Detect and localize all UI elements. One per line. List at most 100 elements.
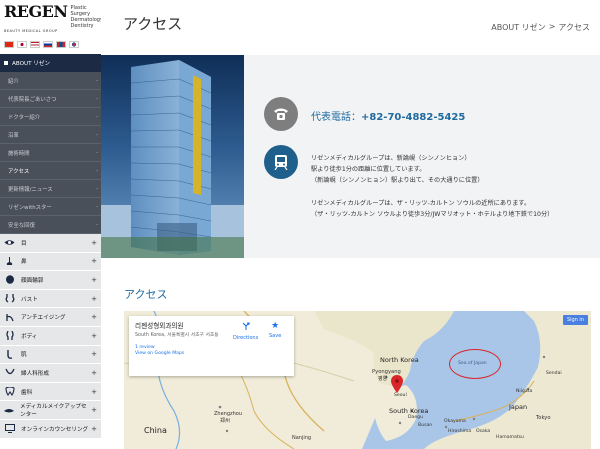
google-map[interactable]: North Korea Pyongyang 평양 Seoul South Kor… bbox=[124, 311, 591, 449]
directions-button[interactable]: Directions bbox=[233, 322, 258, 341]
logo-word: REGEN bbox=[4, 2, 68, 21]
sidebar-about-header[interactable]: ABOUT リゼン bbox=[0, 54, 101, 72]
category-label: 鼻 bbox=[21, 259, 27, 266]
page-title: アクセス bbox=[123, 15, 183, 33]
category-left: バスト bbox=[4, 294, 38, 303]
phone-line: 代表電話：+82-70-4882-5425 bbox=[311, 108, 465, 123]
address-line: リゼンメディカルグループは、新論峴（シンノンヒョン） bbox=[311, 155, 471, 162]
submenu-item-history[interactable]: 沿革 - bbox=[0, 126, 101, 144]
category-label: 婦人科形成 bbox=[21, 370, 49, 377]
plus-icon: + bbox=[91, 368, 97, 377]
category-label: 歯科 bbox=[21, 389, 33, 396]
map-label-hiroshima: Hiroshima bbox=[448, 429, 472, 434]
map-sign-in-button[interactable]: Sign in bbox=[562, 315, 588, 325]
sidebar-item-makeup[interactable]: メディカルメイクアップセンター + bbox=[0, 401, 101, 420]
category-label: 目 bbox=[21, 240, 27, 247]
sidebar-item-gynecology[interactable]: 婦人科形成 + bbox=[0, 364, 101, 383]
category-label: 顔面輪郭 bbox=[21, 277, 44, 284]
submenu-item-label: 紹介 bbox=[8, 78, 19, 85]
map-label-niigata: Niigata bbox=[516, 389, 533, 394]
category-label: メディカルメイクアップセンター bbox=[20, 404, 87, 419]
map-label-nanjing: Nanjing bbox=[292, 435, 312, 441]
submenu-item-label: 施術時間 bbox=[8, 150, 30, 157]
category-label: 肌 bbox=[21, 352, 27, 359]
sidebar-item-skin[interactable]: 肌 + bbox=[0, 345, 101, 365]
category-label: バスト bbox=[21, 296, 38, 303]
submenu-item-news[interactable]: 更新情報/ニュース - bbox=[0, 180, 101, 198]
map-label-north-korea: North Korea bbox=[380, 356, 419, 364]
map-label-osaka: Osaka bbox=[476, 429, 491, 434]
dash-icon: - bbox=[95, 203, 98, 210]
korea-flag[interactable] bbox=[69, 41, 79, 48]
plus-icon: + bbox=[91, 406, 97, 415]
category-left: 鼻 bbox=[4, 256, 27, 266]
category-left: メディカルメイクアップセンター bbox=[4, 402, 91, 418]
sidebar-item-anti-aging[interactable]: アンチエイジング + bbox=[0, 308, 101, 327]
header: アクセス ABOUT リゼン > アクセス bbox=[101, 0, 600, 55]
mongolia-flag[interactable] bbox=[56, 41, 66, 48]
dash-icon: - bbox=[95, 77, 98, 84]
tooth-icon bbox=[4, 387, 15, 397]
dash-icon: - bbox=[95, 149, 98, 156]
building-photo bbox=[101, 55, 244, 258]
language-flags bbox=[4, 41, 101, 48]
breadcrumb-current: アクセス bbox=[558, 23, 590, 32]
logo-sub-3: Dentistry bbox=[70, 23, 94, 29]
sidebar-item-eye[interactable]: 目 + bbox=[0, 234, 101, 253]
save-button[interactable]: ★ Save bbox=[269, 322, 281, 340]
gynecology-icon bbox=[4, 368, 15, 377]
phone-number[interactable]: +82-70-4882-5425 bbox=[361, 112, 465, 123]
sidebar-item-online-counseling[interactable]: オンラインカウンセリング + bbox=[0, 419, 101, 439]
japan-flag[interactable] bbox=[17, 41, 27, 48]
directions-icon bbox=[241, 322, 251, 333]
china-flag[interactable] bbox=[4, 41, 14, 48]
category-label: ボディ bbox=[21, 333, 38, 340]
category-left: アンチエイジング bbox=[4, 313, 66, 322]
submenu-item-hours[interactable]: 施術時間 - bbox=[0, 144, 101, 162]
submenu-item-stars[interactable]: リゼンwithスター - bbox=[0, 198, 101, 216]
dash-icon: - bbox=[95, 95, 98, 102]
category-left: 目 bbox=[4, 238, 27, 247]
address-line: リゼンメディカルグループは、ザ・リッツ-カルトン ソウルの近所にあります。 bbox=[311, 200, 531, 207]
bust-icon bbox=[4, 294, 15, 303]
plus-icon: + bbox=[91, 313, 97, 322]
plus-icon: + bbox=[91, 294, 97, 303]
submenu-item-doctors[interactable]: ドクター紹介 - bbox=[0, 108, 101, 126]
map-label-tokyo: Tokyo bbox=[536, 415, 551, 421]
place-reviews-link[interactable]: 1 review bbox=[135, 345, 288, 350]
sidebar-item-bust[interactable]: バスト + bbox=[0, 289, 101, 309]
submenu-item-label: ドクター紹介 bbox=[8, 114, 41, 121]
usa-flag[interactable] bbox=[30, 41, 40, 48]
about-submenu: 紹介 - 代表院長ごあいさつ - ドクター紹介 - 沿革 - 施術時間 - アクセス - 更… bbox=[0, 72, 101, 234]
breadcrumb-about[interactable]: ABOUT リゼン bbox=[491, 22, 545, 33]
access-section-title: アクセス bbox=[124, 288, 168, 301]
submenu-item-recovery[interactable]: 安全な回復 - bbox=[0, 216, 101, 234]
logo-subtitle: Plastic Surgery Dermatology Dentistry bbox=[70, 5, 102, 29]
sidebar-item-body[interactable]: ボディ + bbox=[0, 326, 101, 346]
submenu-item-label: リゼンwithスター bbox=[8, 204, 52, 211]
submenu-item-label: 更新情報/ニュース bbox=[8, 186, 53, 193]
place-info-card: 리젠성형외과의원 South Korea, 서울특별시 서초구 서초동 1 re… bbox=[129, 316, 294, 376]
plus-icon: + bbox=[91, 424, 97, 433]
russia-flag[interactable] bbox=[43, 41, 53, 48]
sidebar-item-face-contour[interactable]: 顔面輪郭 + bbox=[0, 271, 101, 290]
submenu-item-label: 沿革 bbox=[8, 132, 19, 139]
submenu-item-greeting[interactable]: 代表院長ごあいさつ - bbox=[0, 90, 101, 108]
category-left: 肌 bbox=[4, 349, 27, 359]
contact-info-panel: 代表電話：+82-70-4882-5425 リゼンメディカルグループは、新論峴（… bbox=[244, 55, 600, 258]
category-left: 顔面輪郭 bbox=[4, 275, 44, 285]
submenu-item-access[interactable]: アクセス - bbox=[0, 162, 101, 180]
category-label: オンラインカウンセリング bbox=[21, 426, 89, 433]
sidebar-item-nose[interactable]: 鼻 + bbox=[0, 252, 101, 272]
sidebar-item-dental[interactable]: 歯科 + bbox=[0, 382, 101, 402]
plus-icon: + bbox=[91, 238, 97, 247]
logo[interactable]: REGEN Plastic Surgery Dermatology Dentis… bbox=[0, 0, 103, 54]
plus-icon: + bbox=[91, 275, 97, 284]
map-label-okayama: Okayama bbox=[444, 419, 466, 424]
map-label-pyongyang-kr: 평양 bbox=[378, 376, 388, 382]
view-on-google-maps-link[interactable]: View on Google Maps bbox=[135, 351, 288, 356]
submenu-item-intro[interactable]: 紹介 - bbox=[0, 72, 101, 90]
phone-label: 代表電話： bbox=[311, 112, 361, 123]
map-label-china: China bbox=[144, 426, 167, 435]
dash-icon: - bbox=[95, 113, 98, 120]
